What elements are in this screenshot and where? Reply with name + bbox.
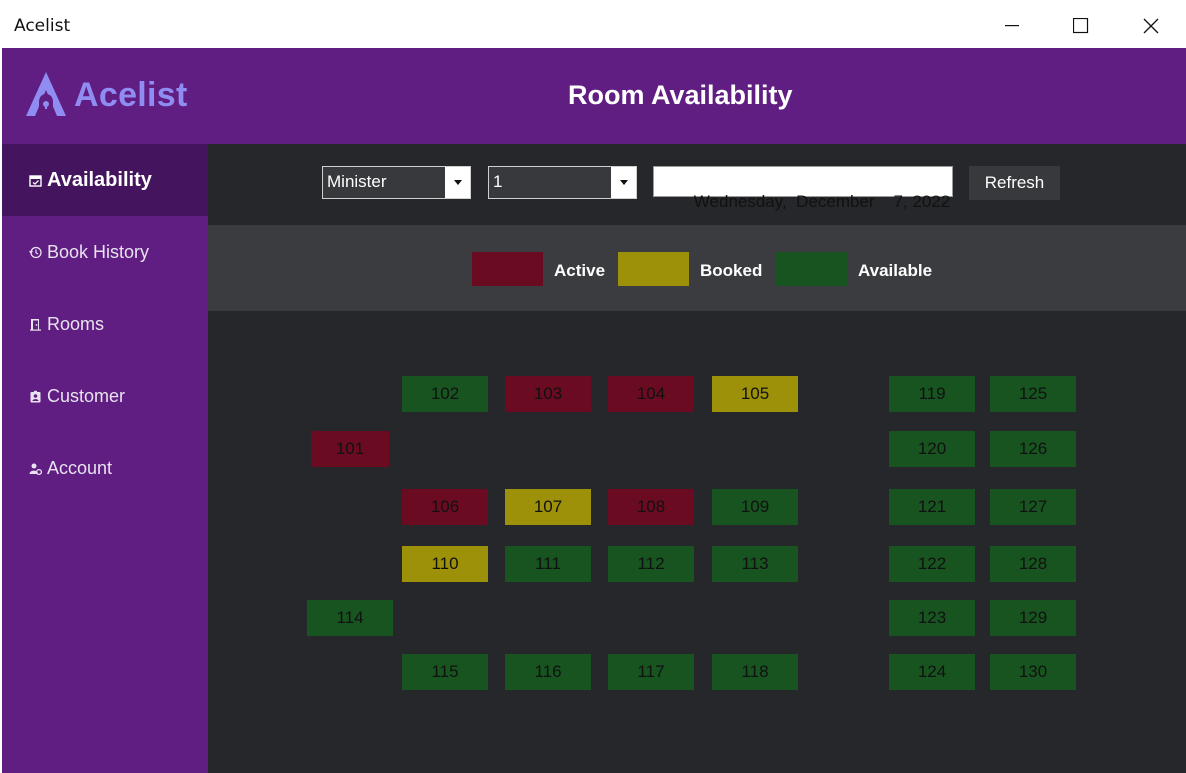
filter-toolbar: Minister 1 Wednesday, December 7, 2022 R… bbox=[208, 144, 1186, 225]
sidebar-item-customer[interactable]: Customer bbox=[2, 360, 208, 432]
door-icon bbox=[28, 317, 42, 331]
sidebar-item-rooms[interactable]: Rooms bbox=[2, 288, 208, 360]
room-tile-111[interactable]: 111 bbox=[505, 546, 591, 582]
room-tile-127[interactable]: 127 bbox=[990, 489, 1076, 525]
room-tile-103[interactable]: 103 bbox=[505, 376, 591, 412]
refresh-button[interactable]: Refresh bbox=[969, 166, 1060, 200]
status-legend: Active Booked Available bbox=[208, 225, 1186, 311]
room-tile-117[interactable]: 117 bbox=[608, 654, 694, 690]
sidebar-item-account[interactable]: Account bbox=[2, 432, 208, 504]
legend-swatch-active bbox=[472, 252, 543, 286]
app-header: Acelist Room Availability bbox=[2, 48, 1186, 144]
main-content: Minister 1 Wednesday, December 7, 2022 R… bbox=[208, 144, 1186, 773]
room-tile-120[interactable]: 120 bbox=[889, 431, 975, 467]
room-tile-109[interactable]: 109 bbox=[712, 489, 798, 525]
sidebar-item-label: Rooms bbox=[47, 313, 105, 334]
room-tile-126[interactable]: 126 bbox=[990, 431, 1076, 467]
room-tile-130[interactable]: 130 bbox=[990, 654, 1076, 690]
page-title: Room Availability bbox=[568, 80, 793, 110]
minimize-button[interactable] bbox=[977, 4, 1047, 48]
app-window: Acelist Acelist Room Availability Availa… bbox=[0, 0, 1186, 773]
room-tile-114[interactable]: 114 bbox=[307, 600, 393, 636]
room-tile-121[interactable]: 121 bbox=[889, 489, 975, 525]
maximize-button[interactable] bbox=[1046, 4, 1116, 48]
room-tile-113[interactable]: 113 bbox=[712, 546, 798, 582]
floor-select[interactable]: 1 bbox=[488, 166, 637, 199]
chevron-down-icon[interactable] bbox=[445, 167, 470, 198]
window-title: Acelist bbox=[14, 16, 71, 36]
room-tile-129[interactable]: 129 bbox=[990, 600, 1076, 636]
room-tile-108[interactable]: 108 bbox=[608, 489, 694, 525]
close-button[interactable] bbox=[1116, 4, 1186, 48]
logo-text: Acelist bbox=[74, 75, 188, 114]
user-gear-icon bbox=[28, 461, 42, 475]
room-tile-106[interactable]: 106 bbox=[402, 489, 488, 525]
room-tile-115[interactable]: 115 bbox=[402, 654, 488, 690]
room-tile-104[interactable]: 104 bbox=[608, 376, 694, 412]
maximize-icon bbox=[1073, 18, 1089, 34]
title-bar: Acelist bbox=[0, 4, 1186, 48]
room-tile-128[interactable]: 128 bbox=[990, 546, 1076, 582]
sidebar-item-book-history[interactable]: Book History bbox=[2, 216, 208, 288]
chevron-down-icon[interactable] bbox=[887, 173, 946, 233]
room-tile-112[interactable]: 112 bbox=[608, 546, 694, 582]
close-icon bbox=[1143, 18, 1159, 34]
history-icon bbox=[28, 245, 42, 259]
room-tile-119[interactable]: 119 bbox=[889, 376, 975, 412]
chevron-down-icon[interactable] bbox=[611, 167, 636, 198]
legend-swatch-available bbox=[776, 252, 847, 286]
sidebar-item-label: Availability bbox=[47, 168, 152, 191]
sidebar-item-availability[interactable]: Availability bbox=[2, 144, 208, 216]
room-tile-105[interactable]: 105 bbox=[712, 376, 798, 412]
date-picker[interactable]: Wednesday, December 7, 2022 bbox=[653, 166, 953, 211]
legend-label-active: Active bbox=[554, 261, 606, 280]
logo-icon bbox=[26, 72, 66, 116]
sidebar-item-label: Account bbox=[47, 457, 113, 478]
legend-swatch-booked bbox=[618, 252, 689, 286]
room-type-select[interactable]: Minister bbox=[322, 166, 471, 199]
room-tile-110[interactable]: 110 bbox=[402, 546, 488, 582]
room-tile-118[interactable]: 118 bbox=[712, 654, 798, 690]
floor-value: 1 bbox=[489, 167, 611, 198]
room-tile-125[interactable]: 125 bbox=[990, 376, 1076, 412]
room-tile-107[interactable]: 107 bbox=[505, 489, 591, 525]
calendar-check-icon bbox=[28, 173, 42, 187]
legend-label-available: Available bbox=[858, 261, 933, 280]
badge-icon bbox=[28, 389, 42, 403]
room-tile-116[interactable]: 116 bbox=[505, 654, 591, 690]
minimize-icon bbox=[1005, 25, 1019, 27]
sidebar: Availability Book History Rooms Customer… bbox=[2, 144, 208, 773]
legend-label-booked: Booked bbox=[700, 261, 763, 280]
room-tile-123[interactable]: 123 bbox=[889, 600, 975, 636]
room-tile-124[interactable]: 124 bbox=[889, 654, 975, 690]
logo: Acelist bbox=[24, 70, 188, 120]
room-type-value: Minister bbox=[323, 167, 445, 198]
sidebar-item-label: Customer bbox=[47, 385, 126, 406]
room-tile-122[interactable]: 122 bbox=[889, 546, 975, 582]
room-tile-101[interactable]: 101 bbox=[311, 431, 389, 467]
sidebar-item-label: Book History bbox=[47, 241, 150, 262]
room-tile-102[interactable]: 102 bbox=[402, 376, 488, 412]
